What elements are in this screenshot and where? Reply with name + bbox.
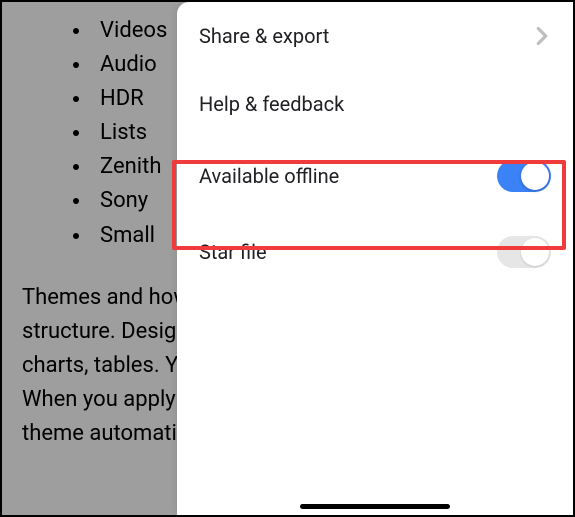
toggle-knob xyxy=(521,162,549,190)
toggle-available-offline[interactable] xyxy=(497,160,551,192)
toggle-knob xyxy=(521,238,549,266)
action-sheet: Share & export Help & feedback Available… xyxy=(177,2,573,515)
home-indicator[interactable] xyxy=(300,504,450,509)
toggle-star-file[interactable] xyxy=(497,236,551,268)
menu-label: Help & feedback xyxy=(199,92,344,116)
chevron-right-icon xyxy=(533,27,551,45)
menu-label: Share & export xyxy=(199,24,329,48)
menu-item-share-export[interactable]: Share & export xyxy=(177,2,573,70)
menu-label: Available offline xyxy=(199,164,339,188)
menu-item-help-feedback[interactable]: Help & feedback xyxy=(177,70,573,138)
menu-item-star-file: Star file xyxy=(177,214,573,290)
menu-item-available-offline: Available offline xyxy=(177,138,573,214)
menu-label: Star file xyxy=(199,240,267,264)
